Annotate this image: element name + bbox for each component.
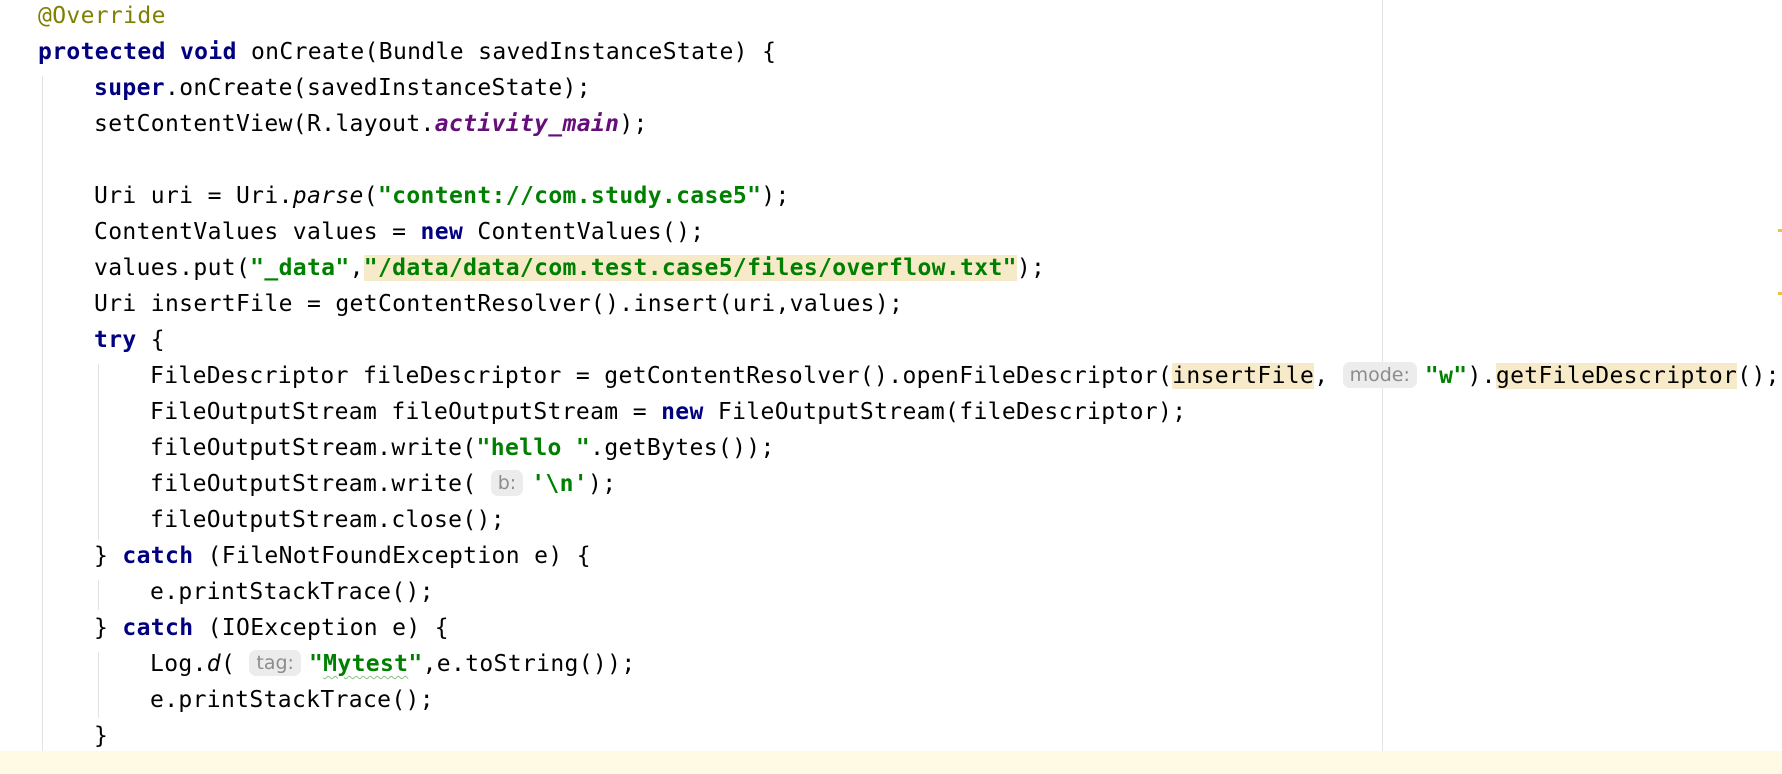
parameter-hint: tag: [249,650,301,676]
keyword-token: try [94,327,137,353]
string-literal: " [308,651,324,677]
code-token: ); [619,111,648,137]
code-token: (); [1737,363,1780,389]
code-line-13[interactable]: fileOutputStream.write("hello ".getBytes… [0,430,1782,466]
annotation-token: @Override [38,3,166,29]
code-token: onCreate(Bundle savedInstanceState) { [236,39,777,65]
static-field-token: activity_main [434,111,620,137]
code-token: Uri insertFile = getContentResolver().in… [94,291,904,317]
code-token: ,e.toString()); [422,651,636,677]
code-token: .getBytes()); [590,435,775,461]
code-line-2[interactable]: protected void onCreate(Bundle savedInst… [0,34,1782,70]
highlighted-usage: insertFile [1172,363,1315,389]
static-method-token: d [206,651,221,677]
code-line-15[interactable]: fileOutputStream.close(); [0,502,1782,538]
code-line-19[interactable]: Log.d( tag: "Mytest",e.toString()); [0,646,1782,682]
code-token: ContentValues values = [94,219,421,245]
code-line-20[interactable]: e.printStackTrace(); [0,682,1782,718]
code-line-11[interactable]: FileDescriptor fileDescriptor = getConte… [0,358,1782,394]
current-line[interactable] [0,751,1782,774]
parameter-hint: mode: [1342,362,1417,388]
code-token: (FileNotFoundException e) { [193,543,591,569]
code-line-16[interactable]: } catch (FileNotFoundException e) { [0,538,1782,574]
code-token: ); [1016,255,1046,281]
code-token: , [349,255,364,281]
code-token: FileOutputStream fileOutputStream = [150,399,662,425]
keyword-token: new [661,399,704,425]
code-token: FileDescriptor fileDescriptor = getConte… [150,363,1173,389]
code-line-7[interactable]: ContentValues values = new ContentValues… [0,214,1782,250]
highlighted-string-literal: "/data/data/com.test.case5/files/overflo… [363,255,1017,281]
string-literal: "content://com.study.case5" [377,183,762,209]
code-token: ); [761,183,790,209]
static-method-token: parse [292,183,364,209]
code-token: ( [221,651,250,677]
code-token: .onCreate(savedInstanceState); [165,75,591,101]
keyword-token: catch [122,543,194,569]
keyword-token: new [420,219,464,245]
code-token: values.put( [94,255,251,281]
code-line-14[interactable]: fileOutputStream.write( b: '\n'); [0,466,1782,502]
code-token: ). [1467,363,1496,389]
code-token: (IOException e) { [193,615,449,641]
code-token: ); [588,471,617,497]
code-line-21[interactable]: } [0,718,1782,754]
keyword-token: protected [38,39,166,65]
code-token: ( [363,183,378,209]
code-token: { [136,327,165,353]
code-line-1[interactable]: @Override [0,0,1782,34]
code-editor[interactable]: @Override protected void onCreate(Bundle… [0,0,1782,774]
code-line-8[interactable]: values.put("_data","/data/data/com.test.… [0,250,1782,286]
char-literal: '\n' [531,471,588,497]
code-token: fileOutputStream.write( [150,471,491,497]
code-line-4[interactable]: setContentView(R.layout.activity_main); [0,106,1782,142]
code-token: } [94,615,123,641]
code-line-9[interactable]: Uri insertFile = getContentResolver().in… [0,286,1782,322]
string-literal: "_data" [250,255,350,281]
code-line-3[interactable]: super.onCreate(savedInstanceState); [0,70,1782,106]
code-line-17[interactable]: e.printStackTrace(); [0,574,1782,610]
code-line-12[interactable]: FileOutputStream fileOutputStream = new … [0,394,1782,430]
code-line-6[interactable]: Uri uri = Uri.parse("content://com.study… [0,178,1782,214]
code-token: Uri uri = Uri. [94,183,293,209]
code-token: e.printStackTrace(); [150,579,434,605]
keyword-token: void [179,39,237,65]
string-literal: "hello " [476,435,591,461]
keyword-token: catch [122,615,194,641]
code-line-10[interactable]: try { [0,322,1782,358]
code-token: Log. [150,651,207,677]
highlighted-usage: getFileDescriptor [1495,363,1738,389]
code-token: ContentValues(); [463,219,705,245]
code-token: setContentView(R.layout. [94,111,435,137]
parameter-hint: b: [490,470,524,496]
code-token: fileOutputStream.close(); [150,507,505,533]
code-token: } [94,543,123,569]
string-literal: " [408,651,423,677]
code-token: FileOutputStream(fileDescriptor); [703,399,1187,425]
code-line-18[interactable]: } catch (IOException e) { [0,610,1782,646]
code-token: , [1314,363,1343,389]
code-token: fileOutputStream.write( [150,435,477,461]
code-token: e.printStackTrace(); [150,687,434,713]
string-literal: "w" [1424,363,1468,389]
code-token: } [94,723,109,749]
typo-warning-word: Mytest [323,651,409,677]
keyword-token: super [94,75,165,101]
